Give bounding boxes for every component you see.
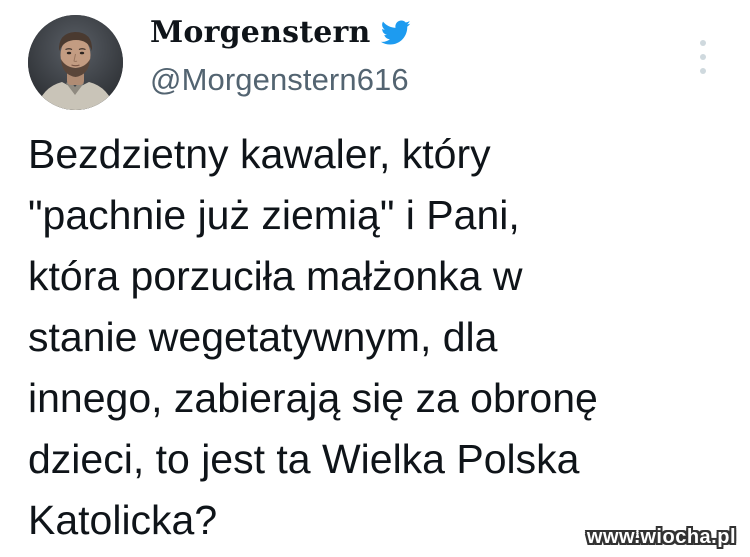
user-handle[interactable]: @Morgenstern616 (150, 62, 409, 98)
more-options-icon[interactable] (696, 38, 710, 76)
tweet-text-line: dzieci, to jest ta Wielka Polska (28, 436, 580, 482)
tweet-text-line: Bezdzietny kawaler, który (28, 131, 491, 177)
twitter-bird-icon (380, 20, 411, 46)
tweet-text: Bezdzietny kawaler, który "pachnie już z… (28, 124, 728, 551)
tweet-text-line: innego, zabierają się za obronę (28, 375, 598, 421)
watermark: www.wiocha.pl (586, 526, 736, 548)
tweet-text-line: stanie wegetatywnym, dla (28, 314, 498, 360)
tweet-card: Morgenstern @Morgenstern616 Bezdzietny k… (0, 0, 750, 557)
display-name[interactable]: Morgenstern (150, 15, 371, 50)
tweet-text-line: "pachnie już ziemią" i Pani, (28, 192, 520, 238)
tweet-text-line: która porzuciła małżonka w (28, 253, 523, 299)
avatar[interactable] (28, 15, 123, 110)
author-name-row: Morgenstern (150, 12, 411, 52)
avatar-image (28, 15, 123, 110)
